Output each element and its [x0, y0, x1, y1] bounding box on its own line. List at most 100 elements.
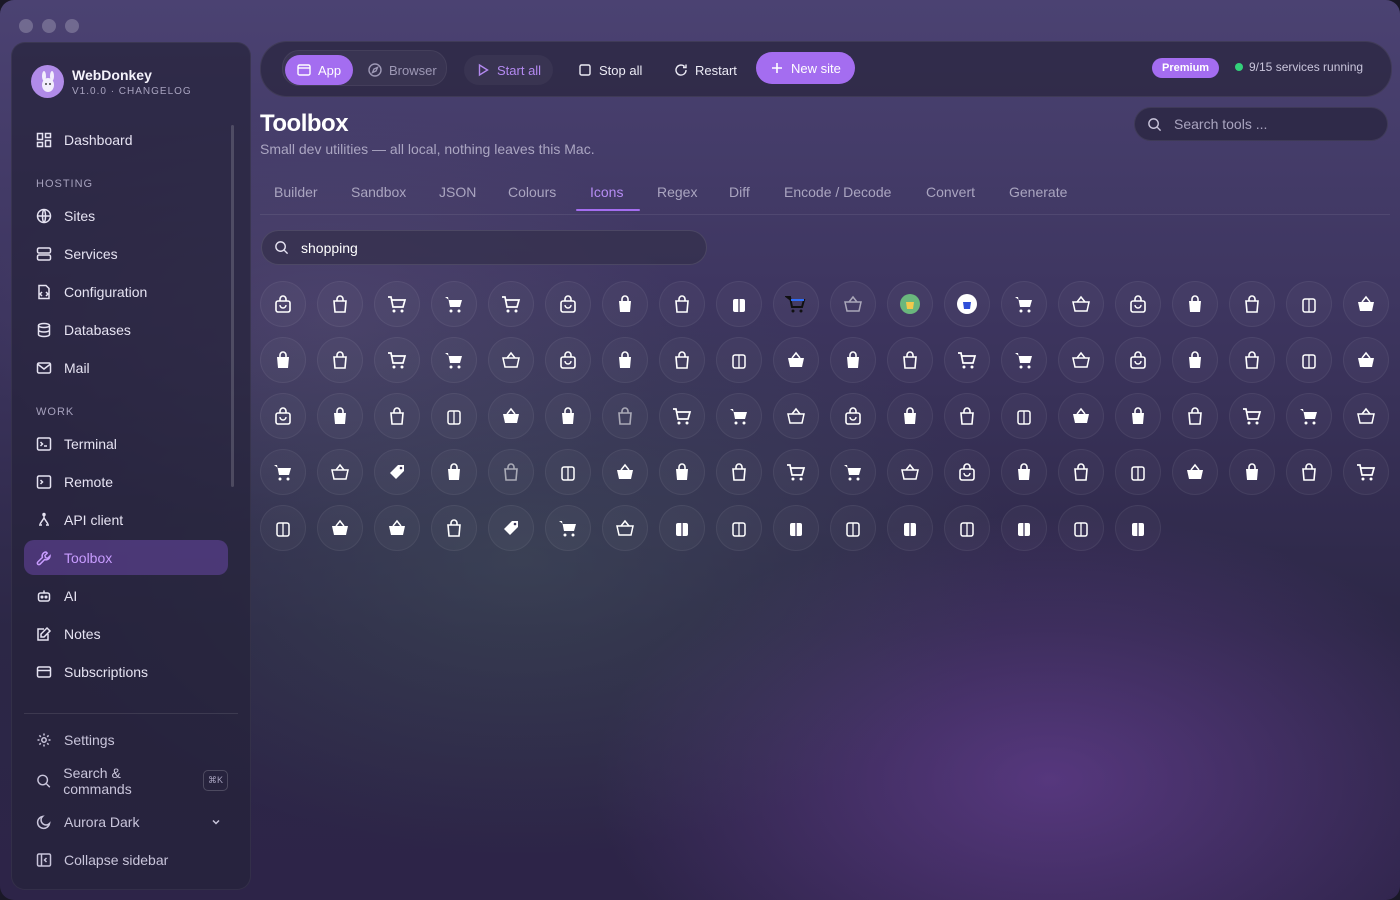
- icon-result-cell[interactable]: [545, 281, 591, 327]
- icon-result-cell[interactable]: [545, 337, 591, 383]
- icon-result-cell[interactable]: [1001, 505, 1047, 551]
- icon-result-cell[interactable]: [602, 449, 648, 495]
- new-site-button[interactable]: New site: [756, 52, 855, 84]
- icon-result-cell[interactable]: [1229, 393, 1275, 439]
- icon-result-cell[interactable]: [1058, 505, 1104, 551]
- icon-result-cell[interactable]: [260, 505, 306, 551]
- icon-result-cell[interactable]: [1286, 449, 1332, 495]
- icon-result-cell[interactable]: [773, 281, 819, 327]
- icon-result-cell[interactable]: [887, 449, 933, 495]
- icon-result-cell[interactable]: [374, 393, 420, 439]
- icon-result-cell[interactable]: [1343, 393, 1389, 439]
- icon-result-cell[interactable]: [488, 337, 534, 383]
- icon-result-cell[interactable]: [602, 281, 648, 327]
- icon-result-cell[interactable]: [1229, 281, 1275, 327]
- icon-result-cell[interactable]: [1229, 337, 1275, 383]
- icon-result-cell[interactable]: [317, 393, 363, 439]
- icon-result-cell[interactable]: [830, 449, 876, 495]
- minimize-window-button[interactable]: [42, 19, 56, 33]
- icon-result-cell[interactable]: [431, 337, 477, 383]
- icon-result-cell[interactable]: [545, 449, 591, 495]
- icon-result-cell[interactable]: [260, 337, 306, 383]
- icon-result-cell[interactable]: [716, 393, 762, 439]
- icon-result-cell[interactable]: [317, 449, 363, 495]
- icon-result-cell[interactable]: [1001, 337, 1047, 383]
- tab-builder[interactable]: Builder: [274, 184, 318, 200]
- restart-button[interactable]: Restart: [662, 55, 749, 85]
- tab-json[interactable]: JSON: [439, 184, 476, 200]
- sidebar-scrollbar[interactable]: [231, 125, 234, 487]
- sidebar-item-configuration[interactable]: Configuration: [24, 274, 228, 309]
- browser-mode-button[interactable]: Browser: [356, 55, 449, 85]
- icon-result-cell[interactable]: [431, 281, 477, 327]
- icon-result-cell[interactable]: [1286, 281, 1332, 327]
- icon-result-cell[interactable]: [1286, 393, 1332, 439]
- premium-badge[interactable]: Premium: [1152, 58, 1220, 78]
- sidebar-item-toolbox[interactable]: Toolbox: [24, 540, 228, 575]
- icon-result-cell[interactable]: [716, 337, 762, 383]
- icon-result-cell[interactable]: [1058, 393, 1104, 439]
- icon-result-cell[interactable]: [374, 505, 420, 551]
- icon-result-cell[interactable]: [1115, 337, 1161, 383]
- tab-diff[interactable]: Diff: [729, 184, 750, 200]
- sidebar-item-dashboard[interactable]: Dashboard: [24, 122, 228, 157]
- stop-all-button[interactable]: Stop all: [566, 55, 654, 85]
- icon-result-cell[interactable]: [488, 393, 534, 439]
- icon-result-cell[interactable]: [887, 393, 933, 439]
- icon-result-cell[interactable]: [1001, 449, 1047, 495]
- icon-result-cell[interactable]: [1001, 393, 1047, 439]
- icon-result-cell[interactable]: [602, 393, 648, 439]
- tab-icons[interactable]: Icons: [590, 184, 623, 200]
- icon-result-cell[interactable]: [317, 505, 363, 551]
- sidebar-item-databases[interactable]: Databases: [24, 312, 228, 347]
- icon-result-cell[interactable]: [1172, 393, 1218, 439]
- icon-result-cell[interactable]: [773, 337, 819, 383]
- start-all-button[interactable]: Start all: [464, 55, 554, 85]
- icon-result-cell[interactable]: [1172, 449, 1218, 495]
- icon-result-cell[interactable]: [602, 337, 648, 383]
- sidebar-item-sites[interactable]: Sites: [24, 198, 228, 233]
- icon-result-cell[interactable]: [944, 281, 990, 327]
- tab-encode-decode[interactable]: Encode / Decode: [784, 184, 891, 200]
- sidebar-item-terminal[interactable]: Terminal: [24, 426, 228, 461]
- search-tools[interactable]: [1134, 107, 1388, 141]
- icon-result-cell[interactable]: [659, 281, 705, 327]
- icon-search[interactable]: [261, 230, 707, 265]
- app-version[interactable]: V1.0.0 · CHANGELOG: [72, 86, 192, 97]
- icon-result-cell[interactable]: [830, 505, 876, 551]
- sidebar-item-services[interactable]: Services: [24, 236, 228, 271]
- icon-result-cell[interactable]: [431, 449, 477, 495]
- icon-result-cell[interactable]: [1172, 337, 1218, 383]
- sidebar-item-remote[interactable]: Remote: [24, 464, 228, 499]
- tab-colours[interactable]: Colours: [508, 184, 556, 200]
- icon-result-cell[interactable]: [944, 505, 990, 551]
- icon-result-cell[interactable]: [488, 505, 534, 551]
- sidebar-item-mail[interactable]: Mail: [24, 350, 228, 385]
- brand[interactable]: WebDonkey V1.0.0 · CHANGELOG: [31, 65, 192, 98]
- tab-sandbox[interactable]: Sandbox: [351, 184, 406, 200]
- close-window-button[interactable]: [19, 19, 33, 33]
- icon-result-cell[interactable]: [887, 505, 933, 551]
- sidebar-item-subscriptions[interactable]: Subscriptions: [24, 654, 228, 689]
- icon-result-cell[interactable]: [1001, 281, 1047, 327]
- icon-result-cell[interactable]: [773, 393, 819, 439]
- icon-result-cell[interactable]: [716, 281, 762, 327]
- tab-convert[interactable]: Convert: [926, 184, 975, 200]
- icon-result-cell[interactable]: [545, 505, 591, 551]
- icon-result-cell[interactable]: [716, 449, 762, 495]
- icon-result-cell[interactable]: [944, 449, 990, 495]
- icon-result-cell[interactable]: [1115, 449, 1161, 495]
- sidebar-item-ai[interactable]: AI: [24, 578, 228, 613]
- zoom-window-button[interactable]: [65, 19, 79, 33]
- sidebar-item-notes[interactable]: Notes: [24, 616, 228, 651]
- icon-result-cell[interactable]: [1115, 393, 1161, 439]
- icon-result-cell[interactable]: [659, 393, 705, 439]
- icon-result-cell[interactable]: [1172, 281, 1218, 327]
- icon-result-cell[interactable]: [1229, 449, 1275, 495]
- icon-result-cell[interactable]: [1343, 449, 1389, 495]
- icon-result-cell[interactable]: [773, 449, 819, 495]
- icon-result-cell[interactable]: [1286, 337, 1332, 383]
- icon-result-cell[interactable]: [488, 449, 534, 495]
- icon-result-cell[interactable]: [659, 449, 705, 495]
- app-mode-button[interactable]: App: [285, 55, 354, 85]
